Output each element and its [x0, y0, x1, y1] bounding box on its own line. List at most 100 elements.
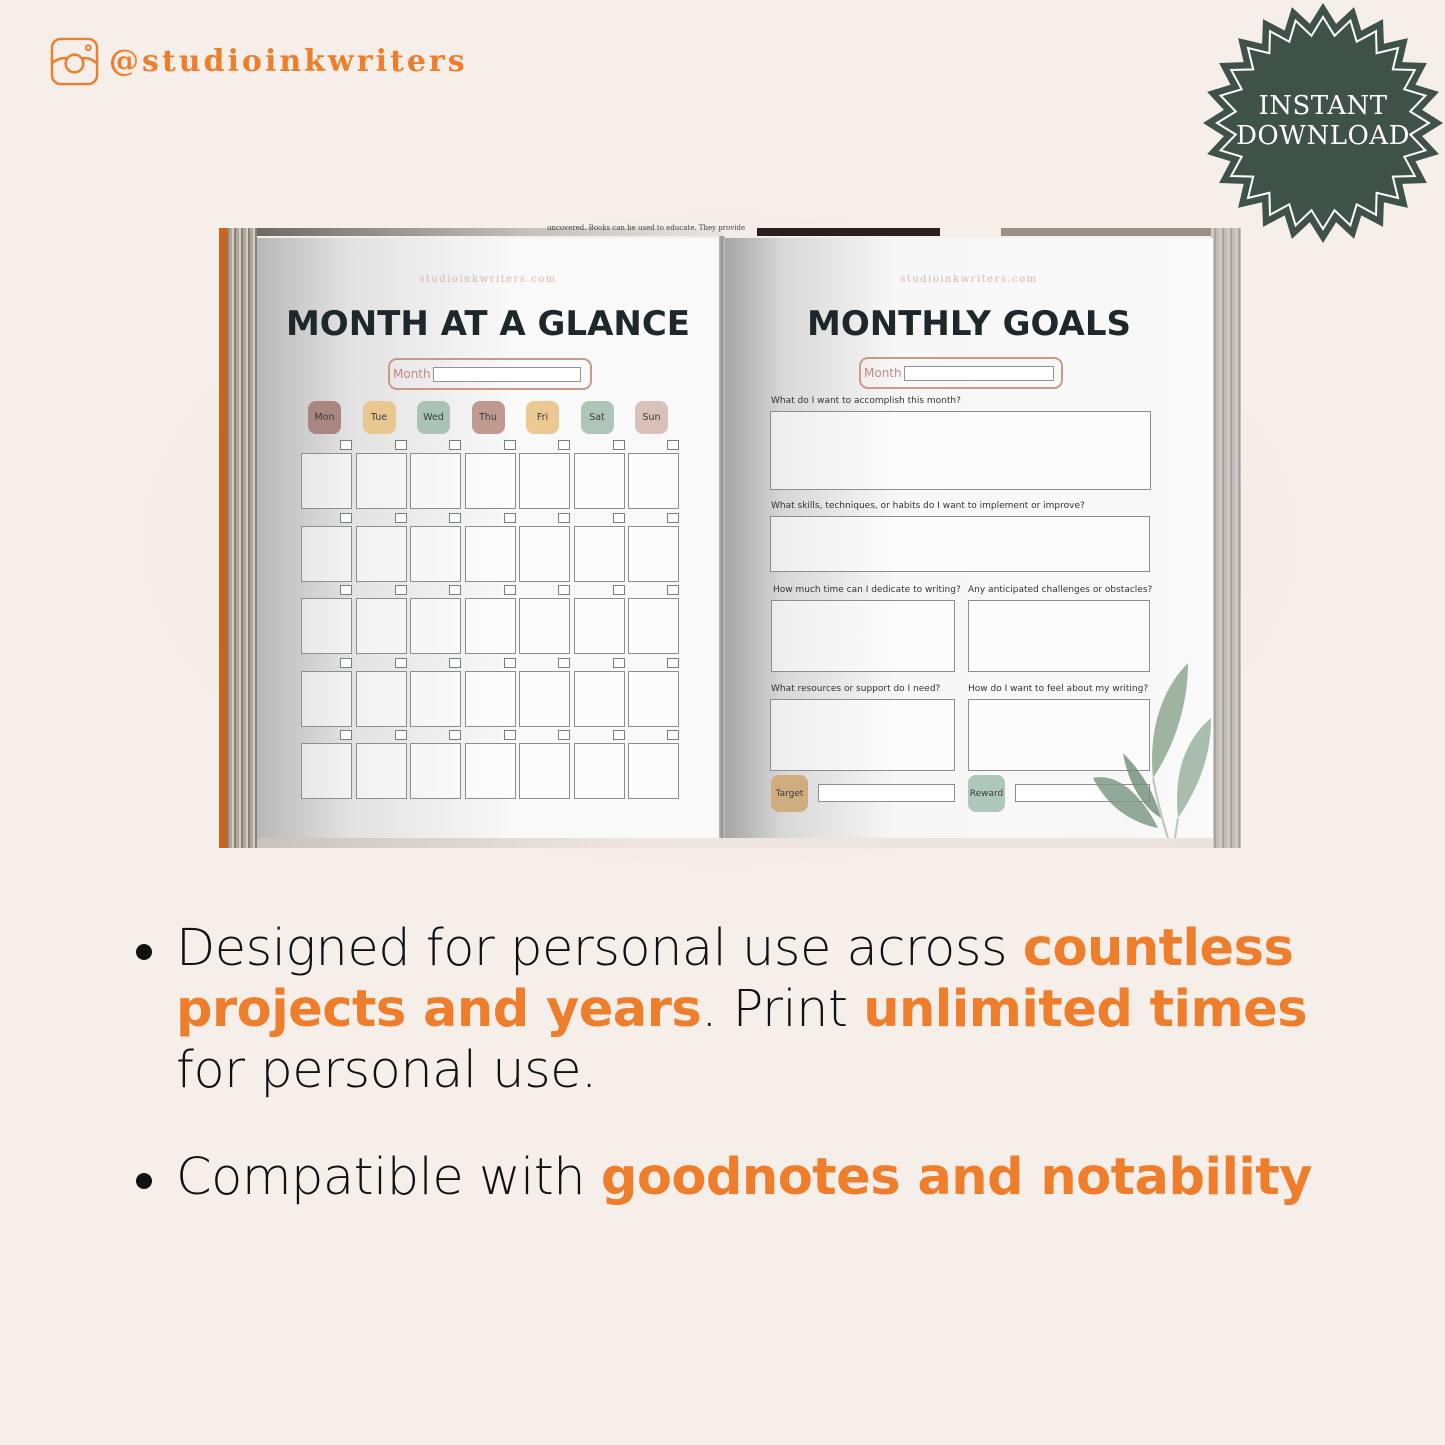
page-site-url: studioinkwriters.com: [900, 274, 1038, 285]
calendar-day-cell[interactable]: [573, 453, 625, 509]
monthly-goals-page: studioinkwriters.com MONTHLY GOALS Month…: [725, 238, 1213, 838]
day-checkbox[interactable]: [394, 657, 407, 668]
day-checkbox[interactable]: [612, 657, 625, 668]
answer-box-time[interactable]: [771, 600, 955, 672]
bullet-text: Designed for personal use across: [176, 919, 1023, 978]
month-label: Month: [393, 367, 431, 381]
calendar-day-cell[interactable]: [464, 598, 516, 654]
calendar-day-cell[interactable]: [464, 453, 516, 509]
calendar-day-cell[interactable]: [301, 598, 352, 654]
calendar-day-cell[interactable]: [410, 670, 461, 727]
calendar-day-cell[interactable]: [519, 453, 570, 509]
social-handle[interactable]: @studioinkwriters: [50, 37, 468, 86]
day-checkbox[interactable]: [340, 585, 352, 595]
calendar-day-cell[interactable]: [355, 453, 407, 509]
calendar-day-cell[interactable]: [628, 743, 679, 799]
day-checkbox[interactable]: [667, 585, 679, 595]
calendar-day-cell[interactable]: [355, 598, 407, 654]
day-header-fri: Fri: [526, 401, 559, 434]
month-at-a-glance-page: studioinkwriters.com MONTH AT A GLANCE M…: [257, 238, 719, 838]
highlighted-text: unlimited times: [863, 980, 1308, 1039]
day-checkbox[interactable]: [503, 440, 516, 450]
answer-box-accomplish[interactable]: [770, 411, 1151, 490]
day-checkbox[interactable]: [558, 730, 570, 740]
day-checkbox[interactable]: [558, 440, 570, 450]
bullet-text: for personal use.: [176, 1041, 597, 1100]
answer-box-skills[interactable]: [770, 516, 1150, 572]
calendar-day-cell[interactable]: [355, 743, 407, 799]
calendar-day-cell[interactable]: [573, 670, 625, 727]
day-checkbox[interactable]: [449, 585, 461, 595]
month-field: Month: [859, 357, 1063, 389]
calendar-day-cell[interactable]: [301, 743, 352, 799]
calendar-day-cell[interactable]: [301, 525, 352, 582]
day-checkbox[interactable]: [667, 512, 679, 523]
underlying-page-strip-right: [757, 228, 940, 236]
day-checkbox[interactable]: [394, 730, 407, 740]
day-checkbox[interactable]: [612, 585, 625, 595]
day-checkbox[interactable]: [340, 512, 352, 523]
calendar-day-cell[interactable]: [301, 453, 352, 509]
feature-list: Designed for personal use across countle…: [132, 918, 1332, 1208]
calendar-day-cell[interactable]: [628, 525, 679, 582]
calendar-day-cell[interactable]: [573, 743, 625, 799]
calendar-day-cell[interactable]: [355, 525, 407, 582]
calendar-day-cell[interactable]: [519, 670, 570, 727]
calendar-day-cell[interactable]: [355, 670, 407, 727]
page-title: MONTH AT A GLANCE: [285, 304, 691, 344]
day-checkbox[interactable]: [667, 657, 679, 668]
day-checkbox[interactable]: [612, 440, 625, 450]
day-checkbox[interactable]: [503, 585, 516, 595]
day-checkbox[interactable]: [449, 657, 461, 668]
day-checkbox[interactable]: [503, 512, 516, 523]
calendar-day-cell[interactable]: [410, 598, 461, 654]
target-input[interactable]: [818, 784, 955, 802]
calendar-day-cell[interactable]: [464, 525, 516, 582]
calendar-day-cell[interactable]: [410, 453, 461, 509]
day-checkbox[interactable]: [340, 730, 352, 740]
answer-box-resources[interactable]: [770, 699, 955, 771]
month-input[interactable]: [904, 366, 1054, 381]
bullet-text: . Print: [701, 980, 864, 1039]
calendar-day-cell[interactable]: [628, 670, 679, 727]
day-checkbox[interactable]: [667, 440, 679, 450]
day-checkbox[interactable]: [394, 585, 407, 595]
calendar-day-cell[interactable]: [410, 743, 461, 799]
day-checkbox[interactable]: [612, 512, 625, 523]
calendar-day-cell[interactable]: [628, 598, 679, 654]
page-edges-left: [227, 228, 257, 848]
badge-line-2: DOWNLOAD: [1236, 121, 1410, 151]
month-input[interactable]: [433, 367, 581, 382]
day-checkbox[interactable]: [340, 440, 352, 450]
day-checkbox[interactable]: [503, 657, 516, 668]
month-field: Month: [388, 358, 592, 390]
day-checkbox[interactable]: [449, 512, 461, 523]
badge-line-1: INSTANT: [1258, 91, 1388, 121]
day-checkbox[interactable]: [340, 657, 352, 668]
question-label: What resources or support do I need?: [771, 684, 941, 694]
calendar-day-cell[interactable]: [628, 453, 679, 509]
feature-bullet: Designed for personal use across countle…: [132, 918, 1332, 1101]
calendar-day-cell[interactable]: [519, 598, 570, 654]
page-edges-right: [1211, 228, 1241, 848]
calendar-day-cell[interactable]: [464, 743, 516, 799]
calendar-day-cell[interactable]: [519, 743, 570, 799]
question-label: What skills, techniques, or habits do I …: [771, 501, 1085, 511]
calendar-day-cell[interactable]: [519, 525, 570, 582]
calendar-day-cell[interactable]: [464, 670, 516, 727]
day-checkbox[interactable]: [503, 730, 516, 740]
calendar-day-cell[interactable]: [410, 525, 461, 582]
day-checkbox[interactable]: [449, 730, 461, 740]
day-checkbox[interactable]: [612, 730, 625, 740]
day-checkbox[interactable]: [449, 440, 461, 450]
day-checkbox[interactable]: [394, 512, 407, 523]
question-label: What do I want to accomplish this month?: [771, 396, 961, 406]
day-checkbox[interactable]: [558, 512, 570, 523]
calendar-day-cell[interactable]: [573, 525, 625, 582]
day-checkbox[interactable]: [558, 657, 570, 668]
day-checkbox[interactable]: [394, 440, 407, 450]
day-checkbox[interactable]: [667, 730, 679, 740]
day-checkbox[interactable]: [558, 585, 570, 595]
calendar-day-cell[interactable]: [573, 598, 625, 654]
calendar-day-cell[interactable]: [301, 670, 352, 727]
